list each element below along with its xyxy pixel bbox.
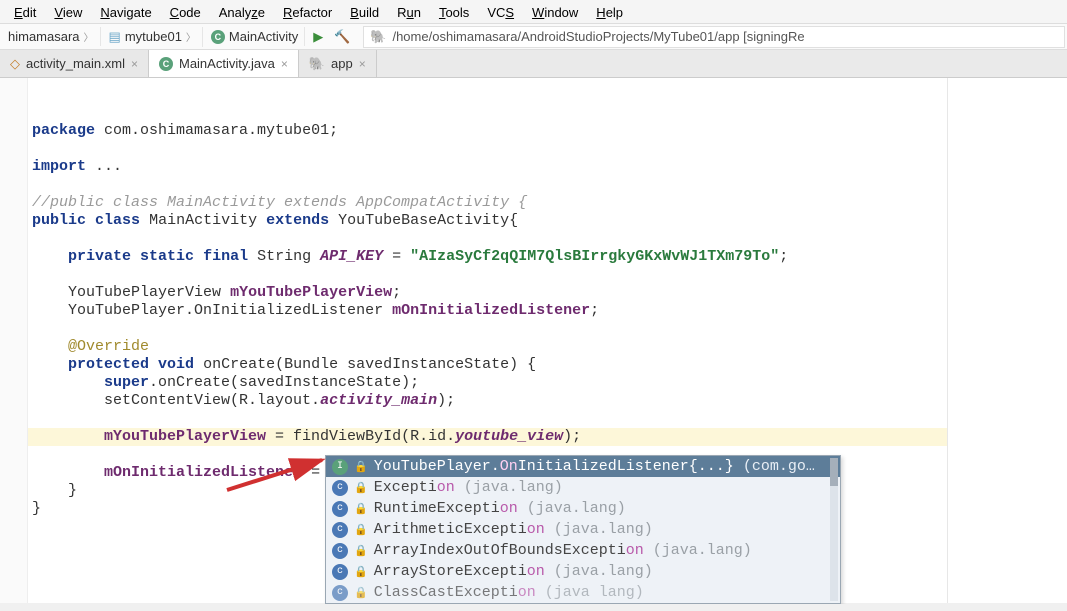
lock-icon: 🔒 [354, 481, 368, 495]
right-margin [947, 78, 1067, 603]
breadcrumb-module[interactable]: ▤ mytube01 〉 [103, 27, 203, 47]
completion-item[interactable]: c 🔒 RuntimeException (java.lang) [326, 498, 840, 519]
menu-view[interactable]: View [46, 3, 90, 20]
close-icon[interactable]: × [281, 57, 288, 71]
menu-refactor[interactable]: Refactor [275, 3, 340, 20]
class-icon: c [332, 543, 348, 559]
menu-tools[interactable]: Tools [431, 3, 477, 20]
close-icon[interactable]: × [359, 57, 366, 71]
completion-item[interactable]: I 🔒 YouTubePlayer.OnInitializedListener{… [326, 456, 840, 477]
hammer-icon: 🔨 [334, 29, 350, 45]
tab-label: MainActivity.java [179, 56, 275, 71]
xml-icon: ◇ [10, 56, 20, 72]
menu-edit[interactable]: Edit [6, 3, 44, 20]
class-icon: C [211, 30, 225, 44]
completion-item[interactable]: c 🔒 Exception (java.lang) [326, 477, 840, 498]
path-text: /home/oshimamasara/AndroidStudioProjects… [392, 29, 804, 44]
lock-icon: 🔒 [354, 460, 368, 474]
completion-item[interactable]: c 🔒 ArrayStoreException (java.lang) [326, 561, 840, 582]
lock-icon: 🔒 [354, 586, 368, 600]
completion-item[interactable]: c 🔒 ArrayIndexOutOfBoundsException (java… [326, 540, 840, 561]
menu-window[interactable]: Window [524, 3, 586, 20]
interface-icon: I [332, 459, 348, 475]
menu-run[interactable]: Run [389, 3, 429, 20]
class-icon: c [332, 522, 348, 538]
run-button[interactable]: ▶ [307, 26, 329, 48]
class-icon: c [332, 480, 348, 496]
breadcrumb-label: mytube01 [125, 29, 182, 44]
navigation-bar: himamasara 〉 ▤ mytube01 〉 C MainActivity… [0, 24, 1067, 50]
folder-icon: ▤ [109, 29, 121, 45]
lock-icon: 🔒 [354, 544, 368, 558]
tab-app[interactable]: 🐘 app × [299, 50, 377, 77]
breadcrumb-project[interactable]: himamasara 〉 [2, 27, 101, 46]
scrollbar-thumb[interactable] [830, 458, 838, 486]
code-completion-popup: I 🔒 YouTubePlayer.OnInitializedListener{… [325, 455, 841, 604]
elephant-icon: 🐘 [370, 29, 386, 45]
menu-vcs[interactable]: VCS [479, 3, 522, 20]
menu-build[interactable]: Build [342, 3, 387, 20]
completion-item[interactable]: c 🔒 ArithmeticException (java.lang) [326, 519, 840, 540]
class-icon: c [332, 564, 348, 580]
menu-code[interactable]: Code [162, 3, 209, 20]
scrollbar[interactable] [830, 458, 838, 601]
class-icon: c [332, 585, 348, 601]
breadcrumb-label: MainActivity [229, 29, 298, 44]
menu-help[interactable]: Help [588, 3, 631, 20]
tab-label: activity_main.xml [26, 56, 125, 71]
tab-label: app [331, 56, 353, 71]
lock-icon: 🔒 [354, 523, 368, 537]
breadcrumb-label: himamasara [8, 29, 80, 44]
menubar: Edit View Navigate Code Analyze Refactor… [0, 0, 1067, 24]
elephant-icon: 🐘 [309, 56, 325, 72]
lock-icon: 🔒 [354, 565, 368, 579]
chevron-right-icon: 〉 [84, 29, 94, 44]
lock-icon: 🔒 [354, 502, 368, 516]
build-button[interactable]: 🔨 [331, 26, 353, 48]
gutter[interactable] [0, 78, 28, 603]
menu-navigate[interactable]: Navigate [92, 3, 159, 20]
tab-main-activity-java[interactable]: C MainActivity.java × [149, 50, 299, 77]
class-icon: c [332, 501, 348, 517]
editor-tabs: ◇ activity_main.xml × C MainActivity.jav… [0, 50, 1067, 78]
completion-item[interactable]: c 🔒 ClassCastException (java lang) [326, 582, 840, 603]
breadcrumb-class[interactable]: C MainActivity [205, 27, 305, 46]
run-configuration-path[interactable]: 🐘 /home/oshimamasara/AndroidStudioProjec… [363, 26, 1065, 48]
close-icon[interactable]: × [131, 57, 138, 71]
menu-analyze[interactable]: Analyze [211, 3, 273, 20]
chevron-right-icon: 〉 [186, 29, 196, 44]
tab-activity-main-xml[interactable]: ◇ activity_main.xml × [0, 50, 149, 77]
class-icon: C [159, 57, 173, 71]
